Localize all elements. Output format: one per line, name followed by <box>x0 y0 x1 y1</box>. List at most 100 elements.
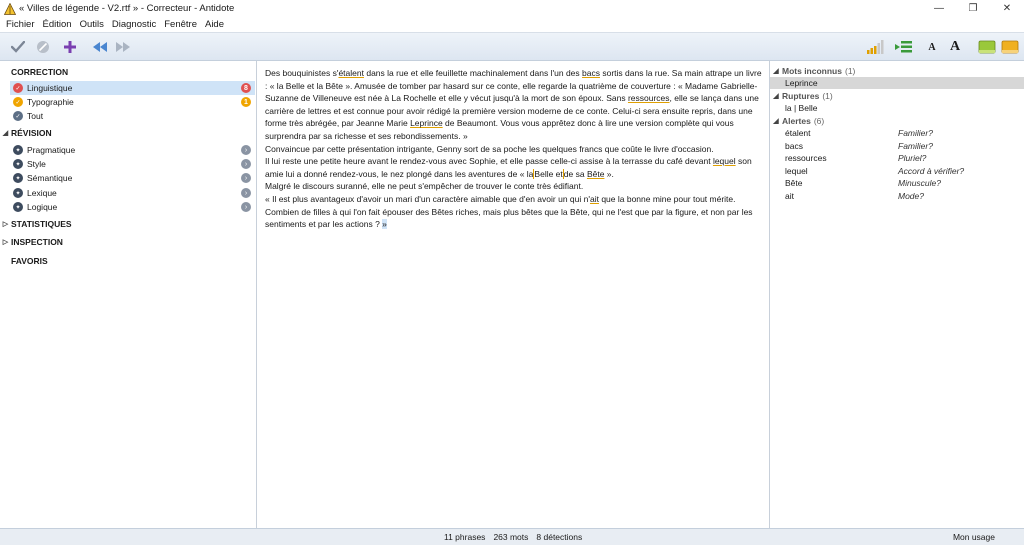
paragraph: Des bouquinistes s'étalent dans la rue e… <box>265 67 763 143</box>
detection-note: Mode? <box>898 191 924 201</box>
linguistique-icon: ✓ <box>13 83 23 93</box>
collapse-arrow-icon: ◢ <box>773 68 779 75</box>
detection-row[interactable]: Leprince <box>770 77 1024 89</box>
detection-row[interactable]: ait Mode? <box>770 190 1024 202</box>
section-inspection[interactable]: ▷ INSPECTION <box>0 235 257 249</box>
forward-icon[interactable] <box>113 38 133 56</box>
style-icon: ✦ <box>13 159 23 169</box>
rupture-marker[interactable]: Belle et <box>533 168 563 179</box>
nav-item-typographie[interactable]: ✓ Typographie 1 <box>10 95 255 109</box>
phrase-count: 11 phrases <box>444 532 486 542</box>
usage-button[interactable]: Mon usage <box>953 532 995 542</box>
paragraph: Il lui reste une petite heure avant le r… <box>265 155 763 180</box>
nav-label: Style <box>27 159 46 169</box>
text-run: ». <box>604 168 614 179</box>
detection-row[interactable]: la | Belle <box>770 102 1024 114</box>
menu-bar: Fichier Édition Outils Diagnostic Fenêtr… <box>0 17 1024 32</box>
expand-arrow-icon: ▷ <box>2 239 9 246</box>
go-arrow-icon[interactable]: › <box>241 159 251 169</box>
menu-edition[interactable]: Édition <box>39 19 76 30</box>
go-arrow-icon[interactable]: › <box>241 202 251 212</box>
cancel-icon[interactable] <box>33 38 53 56</box>
rewind-icon[interactable] <box>90 38 110 56</box>
detected-word[interactable]: Leprince <box>410 118 443 128</box>
detection-note: Familier? <box>898 141 933 151</box>
group-count: (1) <box>844 66 856 76</box>
section-correction[interactable]: CORRECTION <box>0 65 257 79</box>
window-title: « Villes de légende - V2.rtf » - Correct… <box>19 3 235 14</box>
section-statistiques[interactable]: ▷ STATISTIQUES <box>0 217 257 231</box>
selection-highlight[interactable]: » <box>382 219 387 230</box>
detected-word[interactable]: étalent <box>338 68 364 78</box>
plus-icon[interactable] <box>60 38 80 56</box>
group-alertes[interactable]: ◢ Alertes (6) <box>770 115 1024 127</box>
group-ruptures[interactable]: ◢ Ruptures (1) <box>770 90 1024 102</box>
panel-right-icon[interactable] <box>1000 38 1020 56</box>
detection-row[interactable]: lequel Accord à vérifier? <box>770 165 1024 177</box>
toolbar: A A <box>0 32 1024 61</box>
go-arrow-icon[interactable]: › <box>241 173 251 183</box>
menu-fichier[interactable]: Fichier <box>2 19 39 30</box>
detected-word[interactable]: bacs <box>582 68 600 78</box>
nav-item-logique[interactable]: ✦ Logique › <box>10 200 255 214</box>
detection-term: la | Belle <box>785 103 818 113</box>
group-title: Ruptures <box>782 91 820 101</box>
nav-item-semantique[interactable]: ✦ Sémantique › <box>10 171 255 185</box>
nav-item-pragmatique[interactable]: ✦ Pragmatique › <box>10 143 255 157</box>
detection-row[interactable]: Bête Minuscule? <box>770 177 1024 189</box>
word-count: 263 mots <box>493 532 529 542</box>
nav-item-style[interactable]: ✦ Style › <box>10 157 255 171</box>
menu-fenetre[interactable]: Fenêtre <box>160 19 201 30</box>
detection-note: Accord à vérifier? <box>898 166 965 176</box>
nav-item-lexique[interactable]: ✦ Lexique › <box>10 186 255 200</box>
detected-word[interactable]: lequel <box>713 156 736 166</box>
menu-aide[interactable]: Aide <box>201 19 228 30</box>
menu-diagnostic[interactable]: Diagnostic <box>108 19 160 30</box>
minimize-button[interactable]: — <box>922 0 956 17</box>
go-arrow-icon[interactable]: › <box>241 145 251 155</box>
section-revision[interactable]: ◢ RÉVISION <box>0 126 257 140</box>
signal-bars-icon[interactable] <box>866 38 886 56</box>
group-title: Alertes <box>782 116 811 126</box>
font-smaller-icon[interactable]: A <box>922 38 942 56</box>
nav-item-tout[interactable]: ✓ Tout <box>10 109 255 123</box>
close-button[interactable]: ✕ <box>990 0 1024 17</box>
text-run: dans la rue et elle feuillette machinale… <box>363 68 583 78</box>
group-mots-inconnus[interactable]: ◢ Mots inconnus (1) <box>770 65 1024 77</box>
paragraph: « Il est plus avantageux d'avoir un mari… <box>265 193 763 231</box>
maximize-button[interactable]: ❐ <box>956 0 990 17</box>
section-favoris[interactable]: FAVORIS <box>0 254 257 268</box>
detection-row[interactable]: ressources Pluriel? <box>770 152 1024 164</box>
tout-icon: ✓ <box>13 111 23 121</box>
title-bar: « Villes de légende - V2.rtf » - Correct… <box>0 0 1024 17</box>
document-text[interactable]: Des bouquinistes s'étalent dans la rue e… <box>258 61 769 528</box>
detected-word[interactable]: ait <box>590 194 599 204</box>
list-swap-icon[interactable] <box>894 38 914 56</box>
status-counts: 11 phrases 263 mots 8 détections <box>444 532 590 542</box>
error-count-badge: 8 <box>241 83 251 93</box>
detection-count: 8 détections <box>536 532 583 542</box>
menu-outils[interactable]: Outils <box>76 19 108 30</box>
nav-item-linguistique[interactable]: ✓ Linguistique 8 <box>10 81 255 95</box>
paragraph: Malgré le discours suranné, elle ne peut… <box>265 181 584 192</box>
nav-label: Sémantique <box>27 173 73 183</box>
detection-term: étalent <box>785 128 811 138</box>
detection-term: ressources <box>785 153 827 163</box>
section-inspection-label: INSPECTION <box>11 237 63 247</box>
font-larger-icon[interactable]: A <box>945 38 965 56</box>
detection-note: Pluriel? <box>898 153 927 163</box>
detection-row[interactable]: étalent Familier? <box>770 127 1024 139</box>
detection-row[interactable]: bacs Familier? <box>770 140 1024 152</box>
detected-word[interactable]: ressources <box>628 93 670 103</box>
rupture-marker[interactable]: de sa <box>562 168 587 179</box>
text-run: « Il est plus avantageux d'avoir un mari… <box>265 193 590 204</box>
text-run: Des bouquinistes s' <box>265 68 339 78</box>
error-count-badge: 1 <box>241 97 251 107</box>
detection-term: bacs <box>785 141 803 151</box>
go-arrow-icon[interactable]: › <box>241 188 251 198</box>
detected-word[interactable]: Bête <box>587 169 605 179</box>
window-controls: — ❐ ✕ <box>922 0 1024 17</box>
panel-left-icon[interactable] <box>977 38 997 56</box>
group-count: (1) <box>822 91 833 101</box>
check-icon[interactable] <box>8 38 28 56</box>
